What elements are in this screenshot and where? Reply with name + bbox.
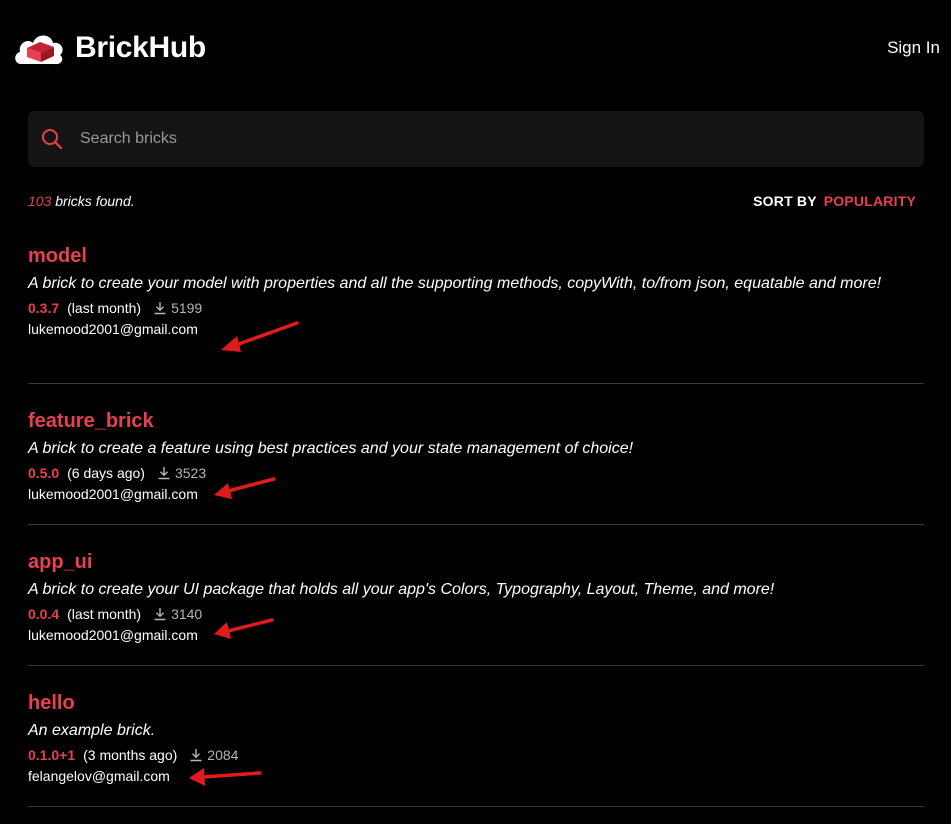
- search-icon: [42, 129, 63, 150]
- brick-downloads: 5199: [153, 300, 202, 316]
- brick-name-link[interactable]: hello: [28, 692, 75, 715]
- brick-updated: (last month): [67, 606, 142, 622]
- results-count-number: 103: [28, 193, 52, 209]
- search-bar[interactable]: [28, 111, 924, 167]
- brick-version: 0.3.7: [28, 300, 60, 316]
- divider: [28, 665, 924, 666]
- brick-item-model: model A brick to create your model with …: [28, 245, 924, 337]
- brick-version: 0.1.0+1: [28, 747, 76, 763]
- brick-item-feature-brick: feature_brick A brick to create a featur…: [28, 410, 924, 502]
- brick-version: 0.0.4: [28, 606, 60, 622]
- brick-meta: 0.3.7 (last month) 5199: [28, 299, 924, 317]
- brick-description: A brick to create a feature using best p…: [28, 440, 634, 457]
- brick-downloads: 2084: [189, 747, 238, 763]
- download-icon: [158, 467, 170, 480]
- sort-dropdown[interactable]: POPULARITY: [824, 193, 916, 209]
- annotation-arrow-icon: [214, 618, 274, 639]
- brick-author: lukemood2001@gmail.com: [28, 486, 198, 502]
- brick-description: A brick to create your model with proper…: [28, 275, 882, 292]
- brick-download-count: 3523: [174, 465, 207, 481]
- brick-name-link[interactable]: app_ui: [28, 551, 92, 574]
- annotation-arrow-icon: [221, 321, 299, 352]
- brick-download-count: 5199: [171, 300, 203, 316]
- brick-updated: (6 days ago): [67, 465, 145, 481]
- brick-name-link[interactable]: model: [28, 245, 87, 268]
- brick-author: lukemood2001@gmail.com: [28, 627, 198, 643]
- divider: [28, 383, 924, 384]
- brick-item-app-ui: app_ui A brick to create your UI package…: [28, 551, 924, 643]
- brick-downloads: 3523: [157, 465, 206, 481]
- download-icon: [190, 749, 202, 762]
- brick-meta: 0.5.0 (6 days ago) 3523: [28, 464, 924, 482]
- download-icon: [154, 608, 166, 621]
- brick-meta: 0.0.4 (last month) 3140: [28, 605, 924, 623]
- brick-updated: (last month): [67, 300, 142, 316]
- annotation-arrow-icon: [214, 477, 276, 499]
- brick-author: felangelov@gmail.com: [28, 768, 170, 784]
- sort-control: SORT BY POPULARITY: [753, 193, 916, 209]
- app-header: BrickHub Sign In: [0, 0, 951, 100]
- brick-updated: (3 months ago): [83, 747, 178, 763]
- divider: [28, 806, 924, 807]
- brick-name-link[interactable]: feature_brick: [28, 410, 154, 433]
- brick-version: 0.5.0: [28, 465, 60, 481]
- divider: [28, 524, 924, 525]
- download-icon: [154, 302, 166, 315]
- brick-download-count: 3140: [171, 606, 203, 622]
- results-count-suffix: bricks found.: [51, 193, 135, 209]
- sign-in-link[interactable]: Sign In: [887, 38, 940, 58]
- brick-download-count: 2084: [207, 747, 239, 763]
- brick-description: An example brick.: [28, 722, 156, 739]
- brand-name: BrickHub: [75, 31, 206, 64]
- brick-item-hello: hello An example brick. 0.1.0+1 (3 month…: [28, 692, 924, 784]
- brick-meta: 0.1.0+1 (3 months ago) 2084: [28, 746, 924, 764]
- results-count: 103 bricks found.: [28, 193, 135, 209]
- sort-label: SORT BY: [753, 193, 817, 209]
- brick-author: lukemood2001@gmail.com: [28, 321, 198, 337]
- search-input[interactable]: [80, 119, 924, 159]
- brick-downloads: 3140: [153, 606, 202, 622]
- brickhub-logo-icon: [15, 35, 63, 65]
- annotation-arrow-icon: [189, 768, 262, 786]
- brand-logo-link[interactable]: BrickHub: [13, 28, 206, 68]
- brick-description: A brick to create your UI package that h…: [28, 581, 775, 598]
